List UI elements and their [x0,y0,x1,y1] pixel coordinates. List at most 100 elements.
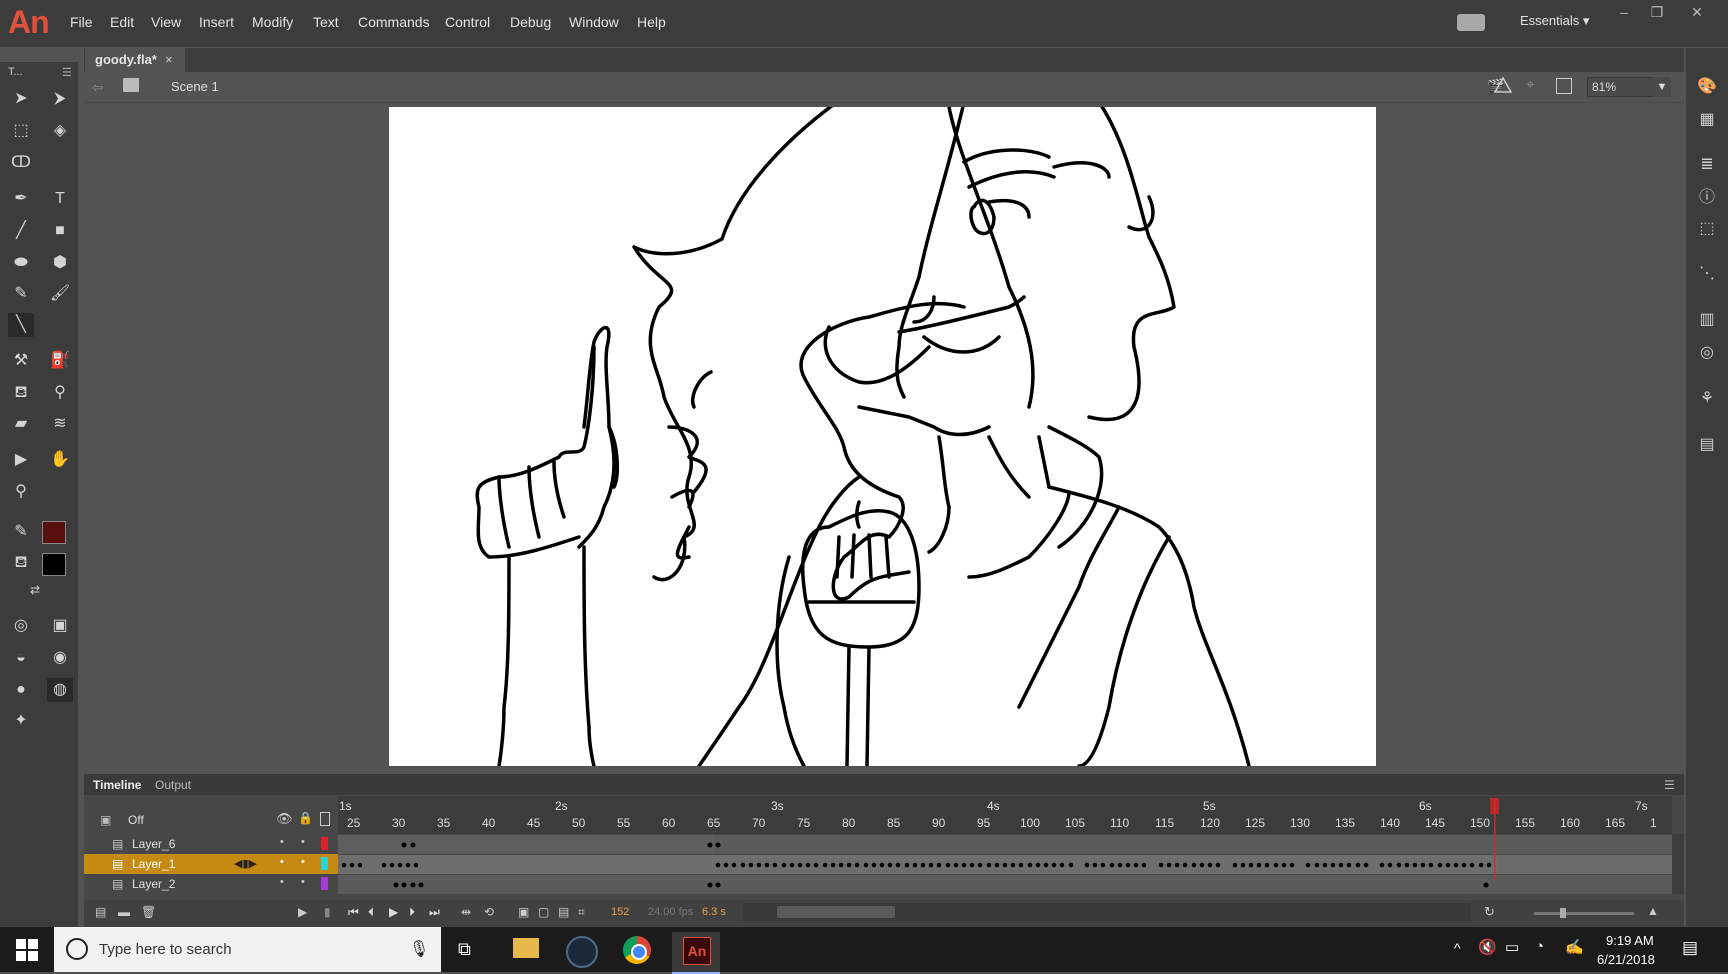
go-to-first-icon[interactable]: ⏮ [348,905,359,920]
panel-menu-icon[interactable]: ☰ [62,66,72,79]
lock-dot[interactable]: • [301,836,305,848]
minimize-button[interactable]: – [1607,3,1641,21]
windows-start-icon[interactable] [16,939,38,961]
gamepad-icon[interactable] [1457,14,1485,31]
lock-icon[interactable]: 🔒 [298,811,313,825]
fill-color-swatch[interactable] [42,553,66,576]
hscroll-thumb[interactable] [777,906,895,918]
free-transform-tool-icon[interactable]: ⬚ [8,119,34,143]
paint-brush-tool-icon[interactable]: ╲ [8,313,34,337]
code-snippets-icon[interactable]: ▤ [1696,434,1718,456]
layer-color-swatch[interactable] [321,837,328,850]
playhead[interactable] [1490,798,1499,880]
lock-dot[interactable]: • [301,876,305,888]
step-back-icon[interactable]: ⏴ [368,905,374,920]
visibility-dot[interactable]: • [280,856,284,868]
go-to-last-icon[interactable]: ⏭ [429,905,440,920]
components-icon[interactable]: ⚘ [1696,388,1718,410]
step-forward-icon[interactable]: ⏵ [409,905,415,920]
color-panel-icon[interactable]: 🎨 [1696,76,1718,98]
layer-depth-icon[interactable]: ▮ [324,905,331,919]
frames-row[interactable] [338,875,1672,894]
zoom-field[interactable]: 81% [1587,77,1654,97]
play-icon[interactable]: ▶ [389,905,398,919]
swatches-panel-icon[interactable]: ▦ [1696,109,1718,131]
subselection-tool-icon[interactable]: ⮞ [47,87,73,111]
bone-tool-icon[interactable]: ⚒ [8,349,34,373]
modify-markers-icon[interactable]: ⌗ [578,905,585,920]
eraser-tool-icon[interactable]: ▰ [8,412,34,436]
edit-multiple-icon[interactable]: ▤ [558,905,569,919]
document-tab[interactable]: goody.fla* × [85,48,185,72]
3d-rotation-tool-icon[interactable]: ◈ [47,119,73,143]
current-frame[interactable]: 152 [611,906,629,918]
width-tool-icon[interactable]: ≋ [47,412,73,436]
cc-libraries-icon[interactable]: ◎ [1696,342,1718,364]
clock-date[interactable]: 6/21/2018 [1597,952,1655,967]
frame-zoom-thumb[interactable] [1560,908,1566,918]
clock-time[interactable]: 9:19 AM [1606,933,1654,948]
object-drawing-icon[interactable]: ◎ [8,614,34,638]
menu-commands[interactable]: Commands [358,14,430,30]
swap-colors-icon[interactable]: ⇄ [22,578,48,602]
layer-color-swatch[interactable] [321,857,328,870]
layer-color-swatch[interactable] [321,877,328,890]
zoom-dropdown-icon[interactable]: ▼ [1653,77,1671,97]
brush-shape-icon[interactable]: ● [8,678,34,702]
onion-skin-icon[interactable]: ▣ [100,813,111,827]
selection-tool-icon[interactable]: ➤ [8,87,34,111]
visibility-dot[interactable]: • [280,836,284,848]
workspace-switcher[interactable]: Essentials ▾ [1520,13,1589,29]
tab-output[interactable]: Output [155,778,191,792]
animate-taskbar-button[interactable]: An [672,932,720,974]
onion-outline-icon[interactable]: ▢ [538,905,549,919]
menu-debug[interactable]: Debug [510,14,551,30]
menu-edit[interactable]: Edit [110,14,134,30]
layer-row[interactable]: ▤ Layer_2 • • [84,874,338,894]
panel-menu-icon[interactable]: ☰ [1664,778,1675,792]
new-layer-icon[interactable]: ▤ [95,905,106,919]
stroke-color-swatch[interactable] [42,521,66,544]
polystar-tool-icon[interactable]: ⬢ [47,251,73,275]
pen-tool-icon[interactable]: ✒ [8,187,34,211]
zoom-tool-icon[interactable]: ⚲ [8,480,34,504]
lock-fill-icon[interactable]: ▣ [47,614,73,638]
line-tool-icon[interactable]: ╱ [8,219,34,243]
search-box[interactable]: Type here to search 🎙 [54,927,441,972]
keyframe-nav-icon[interactable]: ◀▮▶ [234,857,257,870]
menu-window[interactable]: Window [569,14,619,30]
chrome-icon[interactable] [623,936,651,964]
lasso-tool-icon[interactable]: ↀ [8,151,34,175]
tab-timeline[interactable]: Timeline [93,778,141,792]
file-explorer-icon[interactable] [513,938,539,958]
expand-timeline-icon[interactable]: ▲ [1647,904,1659,918]
menu-text[interactable]: Text [313,14,339,30]
brush-mode-icon[interactable]: ◒ [8,646,34,670]
rectangle-tool-icon[interactable]: ■ [47,219,73,243]
paint-bucket-tool-icon[interactable]: ⛽ [47,349,73,373]
back-arrow-icon[interactable]: ⇦ [92,79,104,96]
smoothing-icon[interactable]: ✦ [8,709,34,733]
pencil-tool-icon[interactable]: ✎ [8,282,34,306]
camera-tool-icon[interactable]: ▶ [8,448,34,472]
layer-row[interactable]: ▤ Layer_6 • • [84,834,338,854]
timeline-hscrollbar[interactable] [742,903,1470,921]
eye-icon[interactable]: 👁 [276,811,293,827]
pressure-icon[interactable]: ◍ [47,678,73,702]
pen-workspace-icon[interactable]: ✍ [1565,938,1584,956]
center-stage-icon[interactable] [1556,78,1572,94]
lock-dot[interactable]: • [301,856,305,868]
onion-skin-toggle-icon[interactable]: ▣ [518,905,529,919]
loop-icon[interactable]: ⟲ [484,905,494,919]
battery-icon[interactable]: ▭ [1505,938,1519,956]
close-window-button[interactable]: ✕ [1680,3,1714,21]
camera-toggle-icon[interactable]: ▶ [298,905,307,919]
menu-insert[interactable]: Insert [199,14,234,30]
edit-symbols-icon[interactable] [1493,76,1513,94]
motion-presets-icon[interactable]: ⋱ [1696,263,1718,285]
menu-control[interactable]: Control [445,14,490,30]
volume-muted-icon[interactable]: 🔇 [1478,938,1497,956]
frame-rate[interactable]: 24.00 fps [648,906,693,918]
menu-view[interactable]: View [151,14,181,30]
layer-row[interactable]: ▤ Layer_1 ◀▮▶ • • [84,854,338,874]
